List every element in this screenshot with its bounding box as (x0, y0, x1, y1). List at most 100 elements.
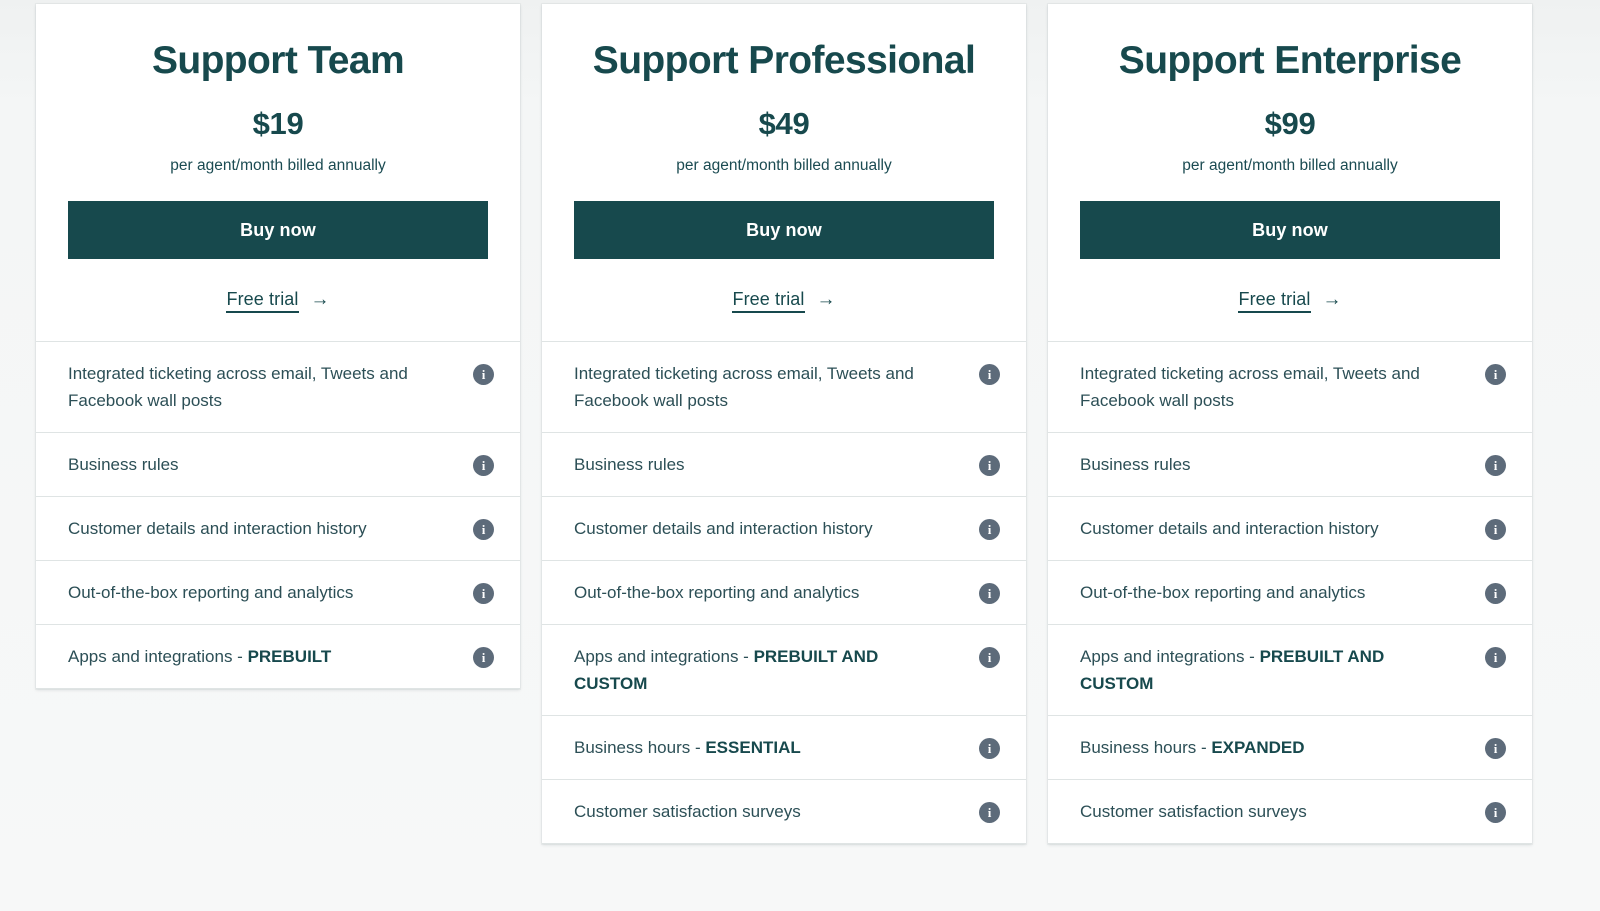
plan-price: $99 (1264, 106, 1316, 141)
buy-now-button[interactable]: Buy now (574, 201, 994, 259)
info-icon[interactable]: i (1485, 364, 1506, 385)
feature-text: Out-of-the-box reporting and analytics (1080, 583, 1366, 602)
card-header: Support Team $19 per agent/month billed an… (36, 4, 520, 342)
feature-label: Apps and integrations - PREBUILT (68, 643, 331, 670)
pricing-card-list: Support Team $19 per agent/month billed an… (36, 4, 1532, 844)
feature-row: Integrated ticketing across email, Tweet… (1048, 342, 1532, 433)
feature-text: Customer satisfaction surveys (574, 802, 801, 821)
feature-label: Integrated ticketing across email, Tweet… (68, 360, 418, 414)
pricing-page: Support Team $19 per agent/month billed an… (0, 0, 1600, 911)
pricing-card: Support Team $19 per agent/month billed an… (36, 4, 520, 689)
feature-text: Integrated ticketing across email, Tweet… (68, 364, 408, 410)
arrow-right-icon: → (816, 289, 836, 310)
feature-emphasis: ESSENTIAL (705, 738, 801, 757)
feature-label: Out-of-the-box reporting and analytics (574, 579, 859, 606)
feature-text: Out-of-the-box reporting and analytics (68, 583, 354, 602)
info-icon[interactable]: i (1485, 519, 1506, 540)
feature-row: Customer details and interaction history… (1048, 497, 1532, 561)
info-icon[interactable]: i (1485, 583, 1506, 604)
feature-row: Business hours - ESSENTIAL i (542, 716, 1026, 780)
info-icon[interactable]: i (473, 455, 494, 476)
feature-label: Customer satisfaction surveys (1080, 798, 1307, 825)
free-trial-wrap: Free trial → (68, 289, 488, 313)
feature-text: Integrated ticketing across email, Tweet… (1080, 364, 1420, 410)
feature-text: Integrated ticketing across email, Tweet… (574, 364, 914, 410)
card-header: Support Professional $49 per agent/month b… (542, 4, 1026, 342)
feature-label: Business hours - ESSENTIAL (574, 734, 801, 761)
plan-billing-period: per agent/month billed annually (1182, 157, 1398, 174)
feature-row: Apps and integrations - PREBUILT AND CUS… (542, 625, 1026, 716)
feature-row: Business rules i (1048, 433, 1532, 497)
feature-label: Business rules (1080, 451, 1191, 478)
info-icon[interactable]: i (1485, 455, 1506, 476)
info-icon[interactable]: i (979, 455, 1000, 476)
feature-label: Business rules (574, 451, 685, 478)
info-icon[interactable]: i (473, 583, 494, 604)
feature-text: Customer details and interaction history (1080, 519, 1379, 538)
plan-price: $19 (252, 106, 304, 141)
feature-label: Integrated ticketing across email, Tweet… (574, 360, 924, 414)
arrow-right-icon: → (1322, 289, 1342, 310)
feature-list: Integrated ticketing across email, Tweet… (36, 342, 520, 689)
feature-label: Business hours - EXPANDED (1080, 734, 1305, 761)
plan-title: Support Professional (592, 39, 976, 82)
feature-row: Apps and integrations - PREBUILT i (36, 625, 520, 689)
feature-text: Business hours - (574, 738, 706, 757)
feature-label: Customer details and interaction history (68, 515, 367, 542)
feature-row: Integrated ticketing across email, Tweet… (542, 342, 1026, 433)
info-icon[interactable]: i (979, 519, 1000, 540)
feature-row: Out-of-the-box reporting and analytics i (36, 561, 520, 625)
plan-billing-period: per agent/month billed annually (170, 157, 386, 174)
feature-label: Customer details and interaction history (574, 515, 873, 542)
plan-title: Support Enterprise (1118, 39, 1462, 82)
arrow-right-icon: → (310, 289, 330, 310)
info-icon[interactable]: i (1485, 802, 1506, 823)
info-icon[interactable]: i (979, 647, 1000, 668)
buy-now-button[interactable]: Buy now (68, 201, 488, 259)
feature-text: Business rules (574, 455, 685, 474)
info-icon[interactable]: i (1485, 738, 1506, 759)
free-trial-link[interactable]: Free trial (1238, 289, 1311, 313)
feature-text: Customer details and interaction history (68, 519, 367, 538)
feature-emphasis: PREBUILT (247, 647, 332, 666)
info-icon[interactable]: i (1485, 647, 1506, 668)
feature-text: Apps and integrations - (574, 647, 754, 666)
feature-text: Business hours - (1080, 738, 1212, 757)
feature-row: Out-of-the-box reporting and analytics i (1048, 561, 1532, 625)
feature-row: Out-of-the-box reporting and analytics i (542, 561, 1026, 625)
feature-label: Out-of-the-box reporting and analytics (68, 579, 353, 606)
feature-text: Business rules (68, 455, 179, 474)
feature-text: Apps and integrations - (1080, 647, 1260, 666)
pricing-card: Support Professional $49 per agent/month b… (542, 4, 1026, 844)
feature-list: Integrated ticketing across email, Tweet… (1048, 342, 1532, 844)
info-icon[interactable]: i (473, 519, 494, 540)
feature-list: Integrated ticketing across email, Tweet… (542, 342, 1026, 844)
feature-text: Business rules (1080, 455, 1191, 474)
feature-label: Business rules (68, 451, 179, 478)
free-trial-wrap: Free trial → (1080, 289, 1500, 313)
feature-text: Customer details and interaction history (574, 519, 873, 538)
feature-row: Customer satisfaction surveys i (1048, 780, 1532, 844)
feature-label: Customer details and interaction history (1080, 515, 1379, 542)
card-header: Support Enterprise $99 per agent/month bil… (1048, 4, 1532, 342)
free-trial-link[interactable]: Free trial (226, 289, 299, 313)
feature-label: Customer satisfaction surveys (574, 798, 801, 825)
info-icon[interactable]: i (473, 364, 494, 385)
feature-row: Customer details and interaction history… (36, 497, 520, 561)
feature-text: Out-of-the-box reporting and analytics (574, 583, 860, 602)
feature-row: Customer details and interaction history… (542, 497, 1026, 561)
info-icon[interactable]: i (979, 802, 1000, 823)
feature-label: Integrated ticketing across email, Tweet… (1080, 360, 1430, 414)
plan-price: $49 (758, 106, 810, 141)
free-trial-link[interactable]: Free trial (732, 289, 805, 313)
info-icon[interactable]: i (979, 738, 1000, 759)
plan-billing-period: per agent/month billed annually (676, 157, 892, 174)
info-icon[interactable]: i (473, 647, 494, 668)
feature-row: Apps and integrations - PREBUILT AND CUS… (1048, 625, 1532, 716)
pricing-card: Support Enterprise $99 per agent/month bil… (1048, 4, 1532, 844)
info-icon[interactable]: i (979, 364, 1000, 385)
feature-label: Apps and integrations - PREBUILT AND CUS… (1080, 643, 1430, 697)
buy-now-button[interactable]: Buy now (1080, 201, 1500, 259)
feature-row: Business hours - EXPANDED i (1048, 716, 1532, 780)
info-icon[interactable]: i (979, 583, 1000, 604)
